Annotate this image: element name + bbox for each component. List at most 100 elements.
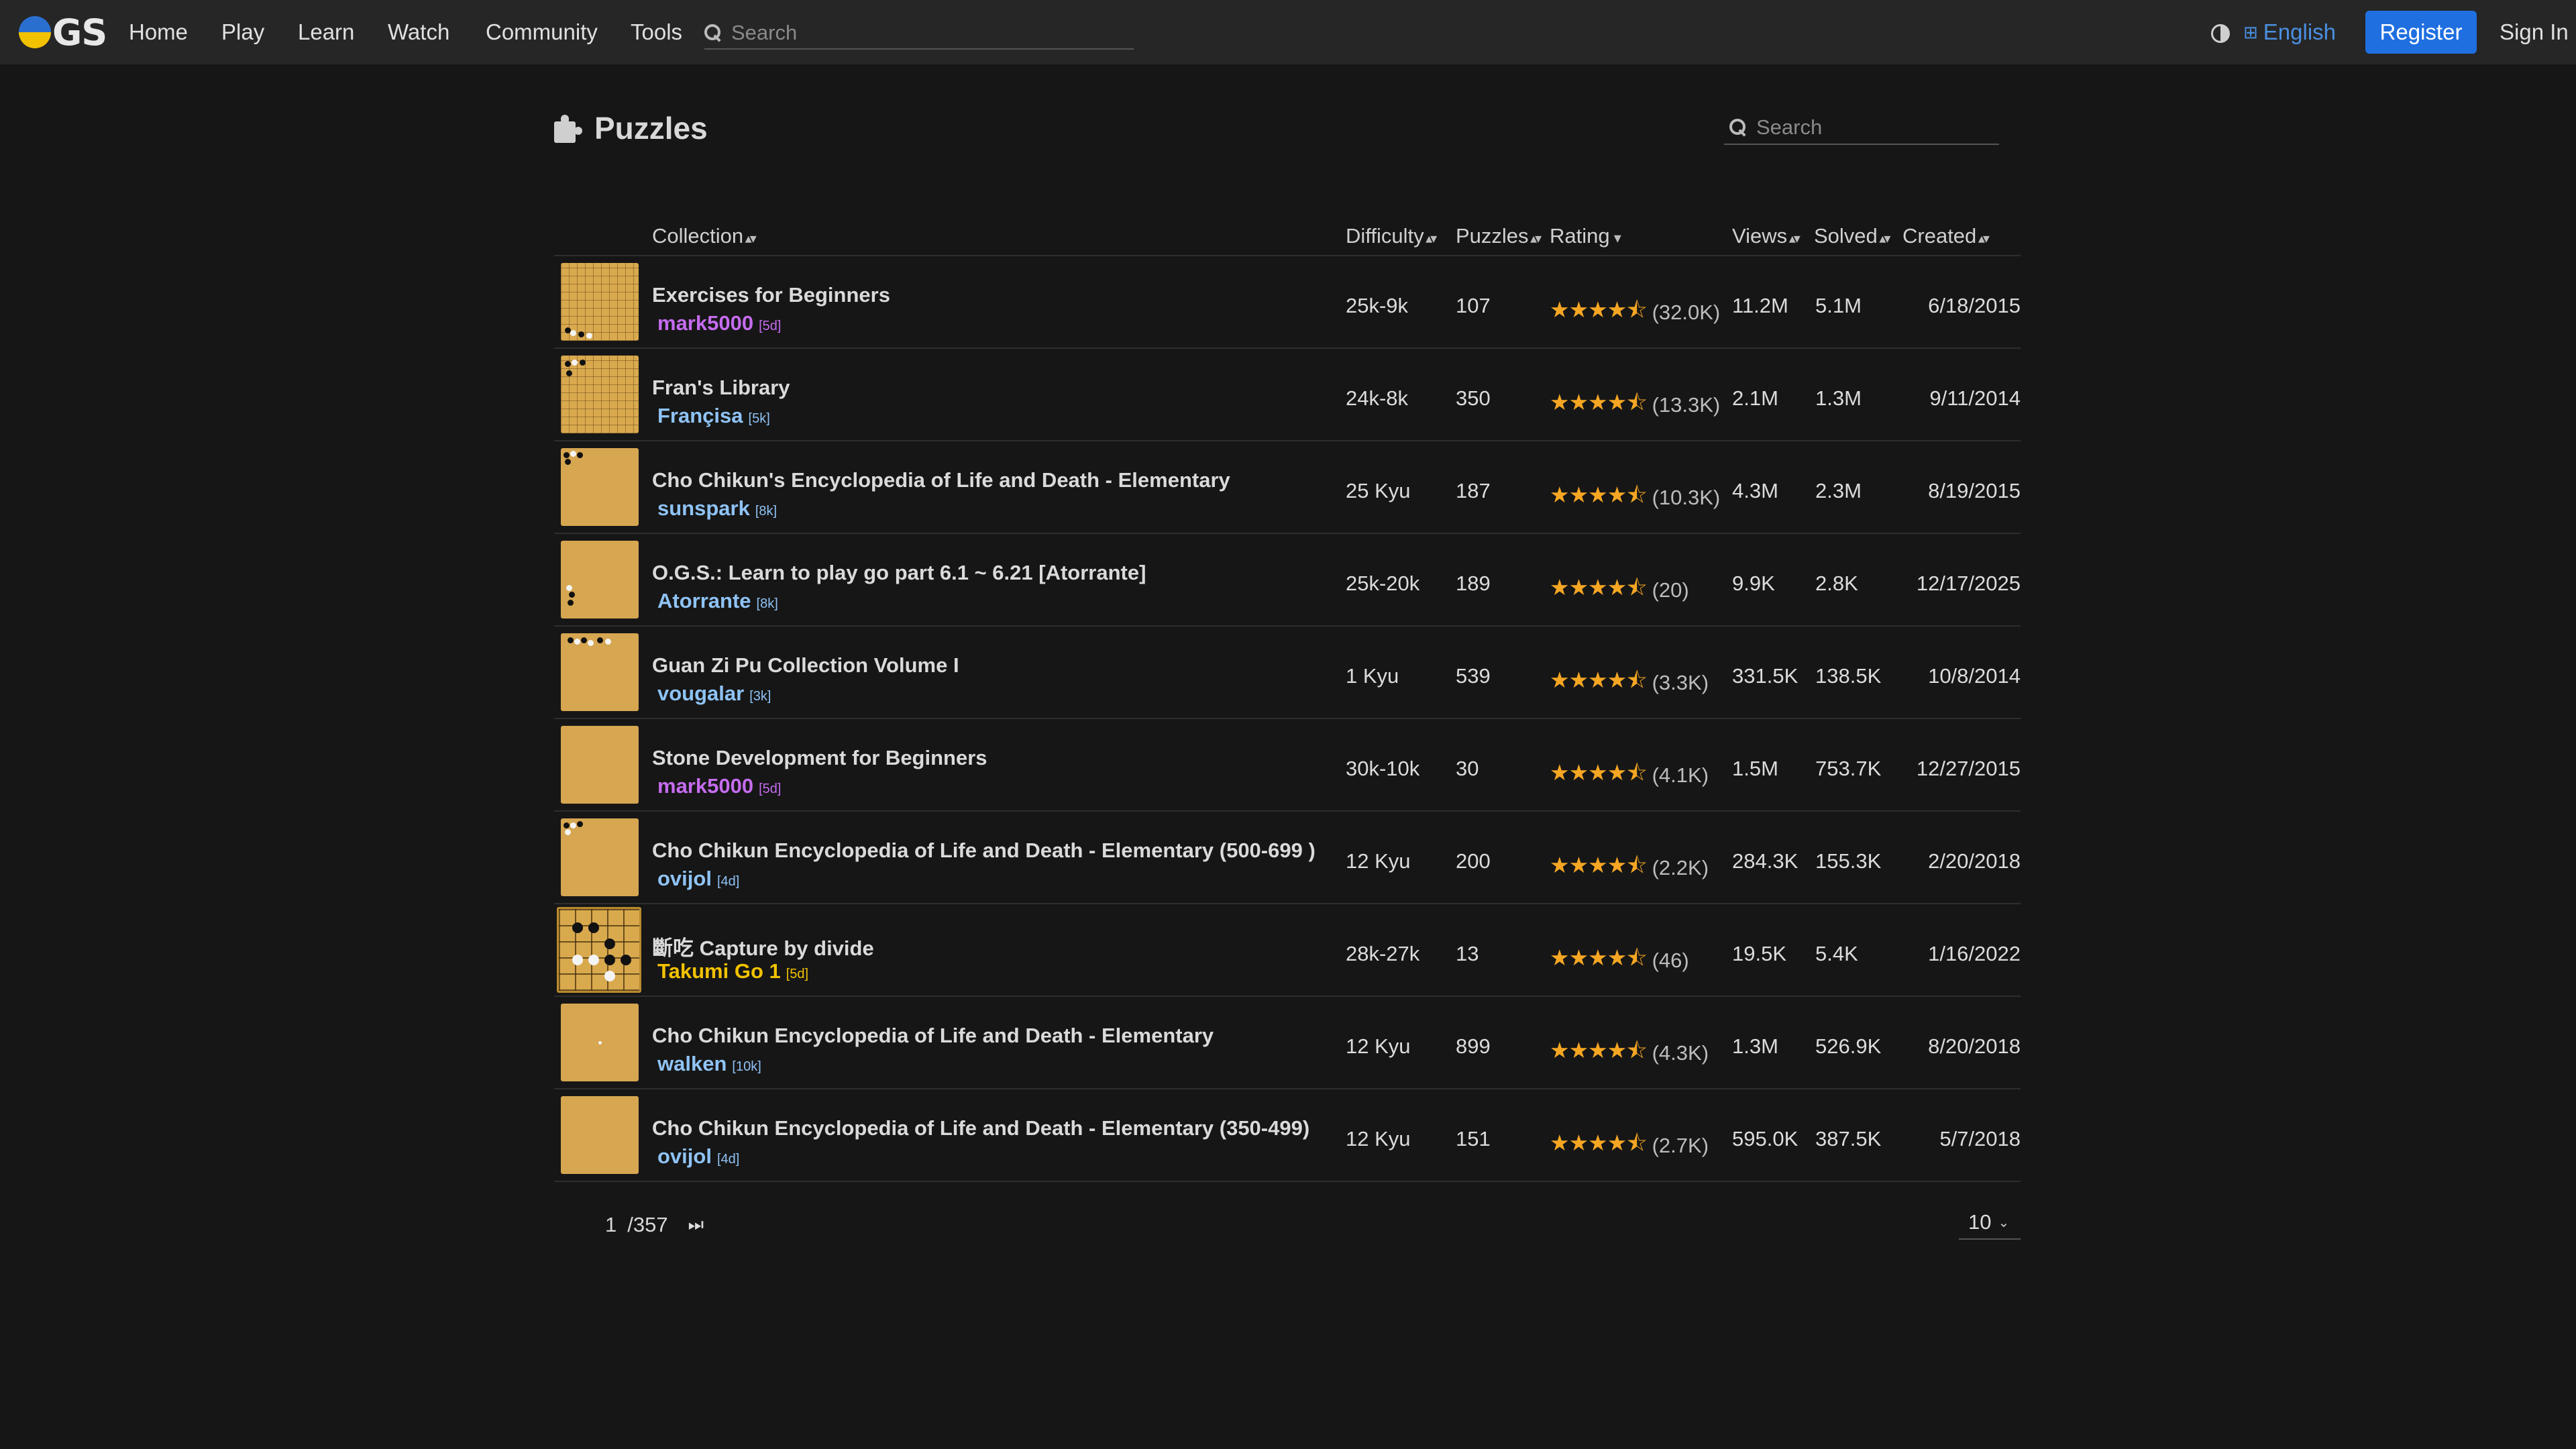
puzzle-count: 107 (1456, 294, 1491, 317)
puzzle-count: 539 (1456, 664, 1491, 688)
table-row[interactable]: Guan Zi Pu Collection Volume I vougalar [… (554, 627, 2021, 719)
rating-count: (46) (1652, 949, 1689, 972)
collection-owner[interactable]: sunspark [8k] (657, 496, 777, 521)
collection-thumbnail (561, 541, 639, 619)
header-created[interactable]: Created (1902, 224, 1988, 248)
puzzle-search-input[interactable] (1756, 115, 1999, 140)
owner-name: ovijol (657, 867, 712, 890)
rating-count: (20) (1652, 578, 1689, 602)
created-date: 2/20/2018 (1928, 849, 2021, 873)
table-row[interactable]: 斷吃 Capture by divide Takumi Go 1 [5d] 28k… (554, 904, 2021, 997)
current-page[interactable]: 1 (605, 1213, 616, 1237)
difficulty: 1 Kyu (1346, 664, 1399, 688)
table-row[interactable]: Exercises for Beginners mark5000 [5d] 25k… (554, 256, 2021, 349)
header-collection[interactable]: Collection (652, 224, 755, 248)
nav-home[interactable]: Home (129, 0, 188, 64)
owner-rank: [5d] (759, 782, 782, 796)
nav-tools[interactable]: Tools (631, 0, 682, 64)
collection-name[interactable]: 斷吃 Capture by divide (652, 931, 874, 961)
collection-owner[interactable]: walken [10k] (657, 1052, 761, 1076)
header-difficulty[interactable]: Difficulty (1346, 224, 1435, 248)
collection-owner[interactable]: ovijol [4d] (657, 1144, 739, 1169)
created-date: 9/11/2014 (1929, 386, 2021, 410)
search-icon (1729, 119, 1747, 136)
difficulty: 12 Kyu (1346, 849, 1411, 873)
collection-thumbnail (561, 356, 639, 433)
header-puzzles[interactable]: Puzzles (1456, 224, 1540, 248)
created-date: 10/8/2014 (1928, 664, 2021, 688)
puzzle-count: 350 (1456, 386, 1491, 410)
collection-name[interactable]: Guan Zi Pu Collection Volume I (652, 653, 959, 678)
puzzle-count: 189 (1456, 572, 1491, 595)
nav-learn[interactable]: Learn (298, 0, 354, 64)
nav-community[interactable]: Community (486, 0, 598, 64)
table-row[interactable]: Cho Chikun Encyclopedia of Life and Deat… (554, 1089, 2021, 1182)
collection-name[interactable]: Exercises for Beginners (652, 283, 890, 307)
rating: ★★★★⯪ (20) (1550, 572, 1689, 609)
collection-owner[interactable]: mark5000 [5d] (657, 311, 781, 335)
logo-globe-icon (19, 16, 51, 48)
owner-rank: [5d] (786, 967, 809, 981)
rating-stars-icon: ★★★★⯪ (1550, 1038, 1648, 1063)
rating: ★★★★⯪ (10.3K) (1550, 479, 1720, 517)
search-icon (704, 24, 722, 42)
nav-search-input[interactable] (731, 21, 1134, 45)
header-rating[interactable]: Rating (1550, 224, 1621, 248)
collection-thumbnail (561, 1004, 639, 1081)
difficulty: 24k-8k (1346, 386, 1409, 410)
nav-watch[interactable]: Watch (388, 0, 449, 64)
table-row[interactable]: Cho Chikun Encyclopedia of Life and Deat… (554, 812, 2021, 904)
solved: 753.7K (1815, 757, 1882, 780)
rating-stars-icon: ★★★★⯪ (1550, 297, 1648, 322)
owner-rank: [8k] (755, 504, 777, 519)
collection-owner[interactable]: mark5000 [5d] (657, 774, 781, 798)
register-button[interactable]: Register (2365, 11, 2477, 54)
language-selector[interactable]: ⊞ English (2243, 0, 2336, 64)
table-row[interactable]: O.G.S.: Learn to play go part 6.1 ~ 6.21… (554, 534, 2021, 627)
created-date: 1/16/2022 (1928, 942, 2021, 965)
views: 331.5K (1732, 664, 1799, 688)
collection-name[interactable]: Cho Chikun Encyclopedia of Life and Deat… (652, 839, 1316, 863)
puzzle-count: 899 (1456, 1034, 1491, 1058)
collection-name[interactable]: Fran's Library (652, 376, 790, 400)
header-views[interactable]: Views (1732, 224, 1799, 248)
header-solved[interactable]: Solved (1814, 224, 1888, 248)
collection-name[interactable]: Cho Chikun Encyclopedia of Life and Deat… (652, 1116, 1309, 1140)
total-pages: /357 (627, 1213, 668, 1236)
created-date: 12/27/2015 (1916, 757, 2021, 780)
views: 4.3M (1732, 479, 1778, 502)
table-row[interactable]: Cho Chikun's Encyclopedia of Life and De… (554, 441, 2021, 534)
last-page-icon[interactable]: ⏭ (688, 1214, 704, 1236)
solved: 2.8K (1815, 572, 1858, 595)
collection-name[interactable]: Stone Development for Beginners (652, 746, 987, 770)
sign-in-link[interactable]: Sign In (2500, 0, 2569, 64)
owner-name: sunspark (657, 496, 750, 520)
table-row[interactable]: Cho Chikun Encyclopedia of Life and Deat… (554, 997, 2021, 1089)
rating-count: (10.3K) (1652, 486, 1721, 509)
nav-play[interactable]: Play (221, 0, 264, 64)
ogs-logo[interactable]: GS (19, 11, 107, 54)
collection-owner[interactable]: vougalar [3k] (657, 682, 771, 706)
owner-name: vougalar (657, 682, 745, 705)
difficulty: 28k-27k (1346, 942, 1420, 965)
views: 19.5K (1732, 942, 1787, 965)
rating-stars-icon: ★★★★⯪ (1550, 853, 1648, 877)
collection-name[interactable]: Cho Chikun Encyclopedia of Life and Deat… (652, 1024, 1214, 1048)
table-row[interactable]: Fran's Library Françisa [5k] 24k-8k 350 ★… (554, 349, 2021, 441)
language-icon: ⊞ (2243, 22, 2258, 42)
collection-owner[interactable]: Atorrante [8k] (657, 589, 778, 613)
owner-rank: [4d] (716, 874, 740, 889)
collection-owner[interactable]: Françisa [5k] (657, 404, 770, 428)
table-row[interactable]: Stone Development for Beginners mark5000… (554, 719, 2021, 812)
contrast-icon[interactable] (2211, 24, 2230, 43)
collection-name[interactable]: O.G.S.: Learn to play go part 6.1 ~ 6.21… (652, 561, 1146, 585)
collection-owner[interactable]: Takumi Go 1 [5d] (657, 959, 808, 983)
language-label: English (2263, 19, 2337, 44)
solved: 155.3K (1815, 849, 1882, 873)
owner-name: ovijol (657, 1144, 712, 1168)
collection-name[interactable]: Cho Chikun's Encyclopedia of Life and De… (652, 468, 1230, 492)
owner-name: mark5000 (657, 774, 754, 798)
logo-text: GS (52, 11, 107, 54)
collection-owner[interactable]: ovijol [4d] (657, 867, 739, 891)
page-size-select[interactable]: 10 ⌄ (1959, 1206, 2021, 1240)
